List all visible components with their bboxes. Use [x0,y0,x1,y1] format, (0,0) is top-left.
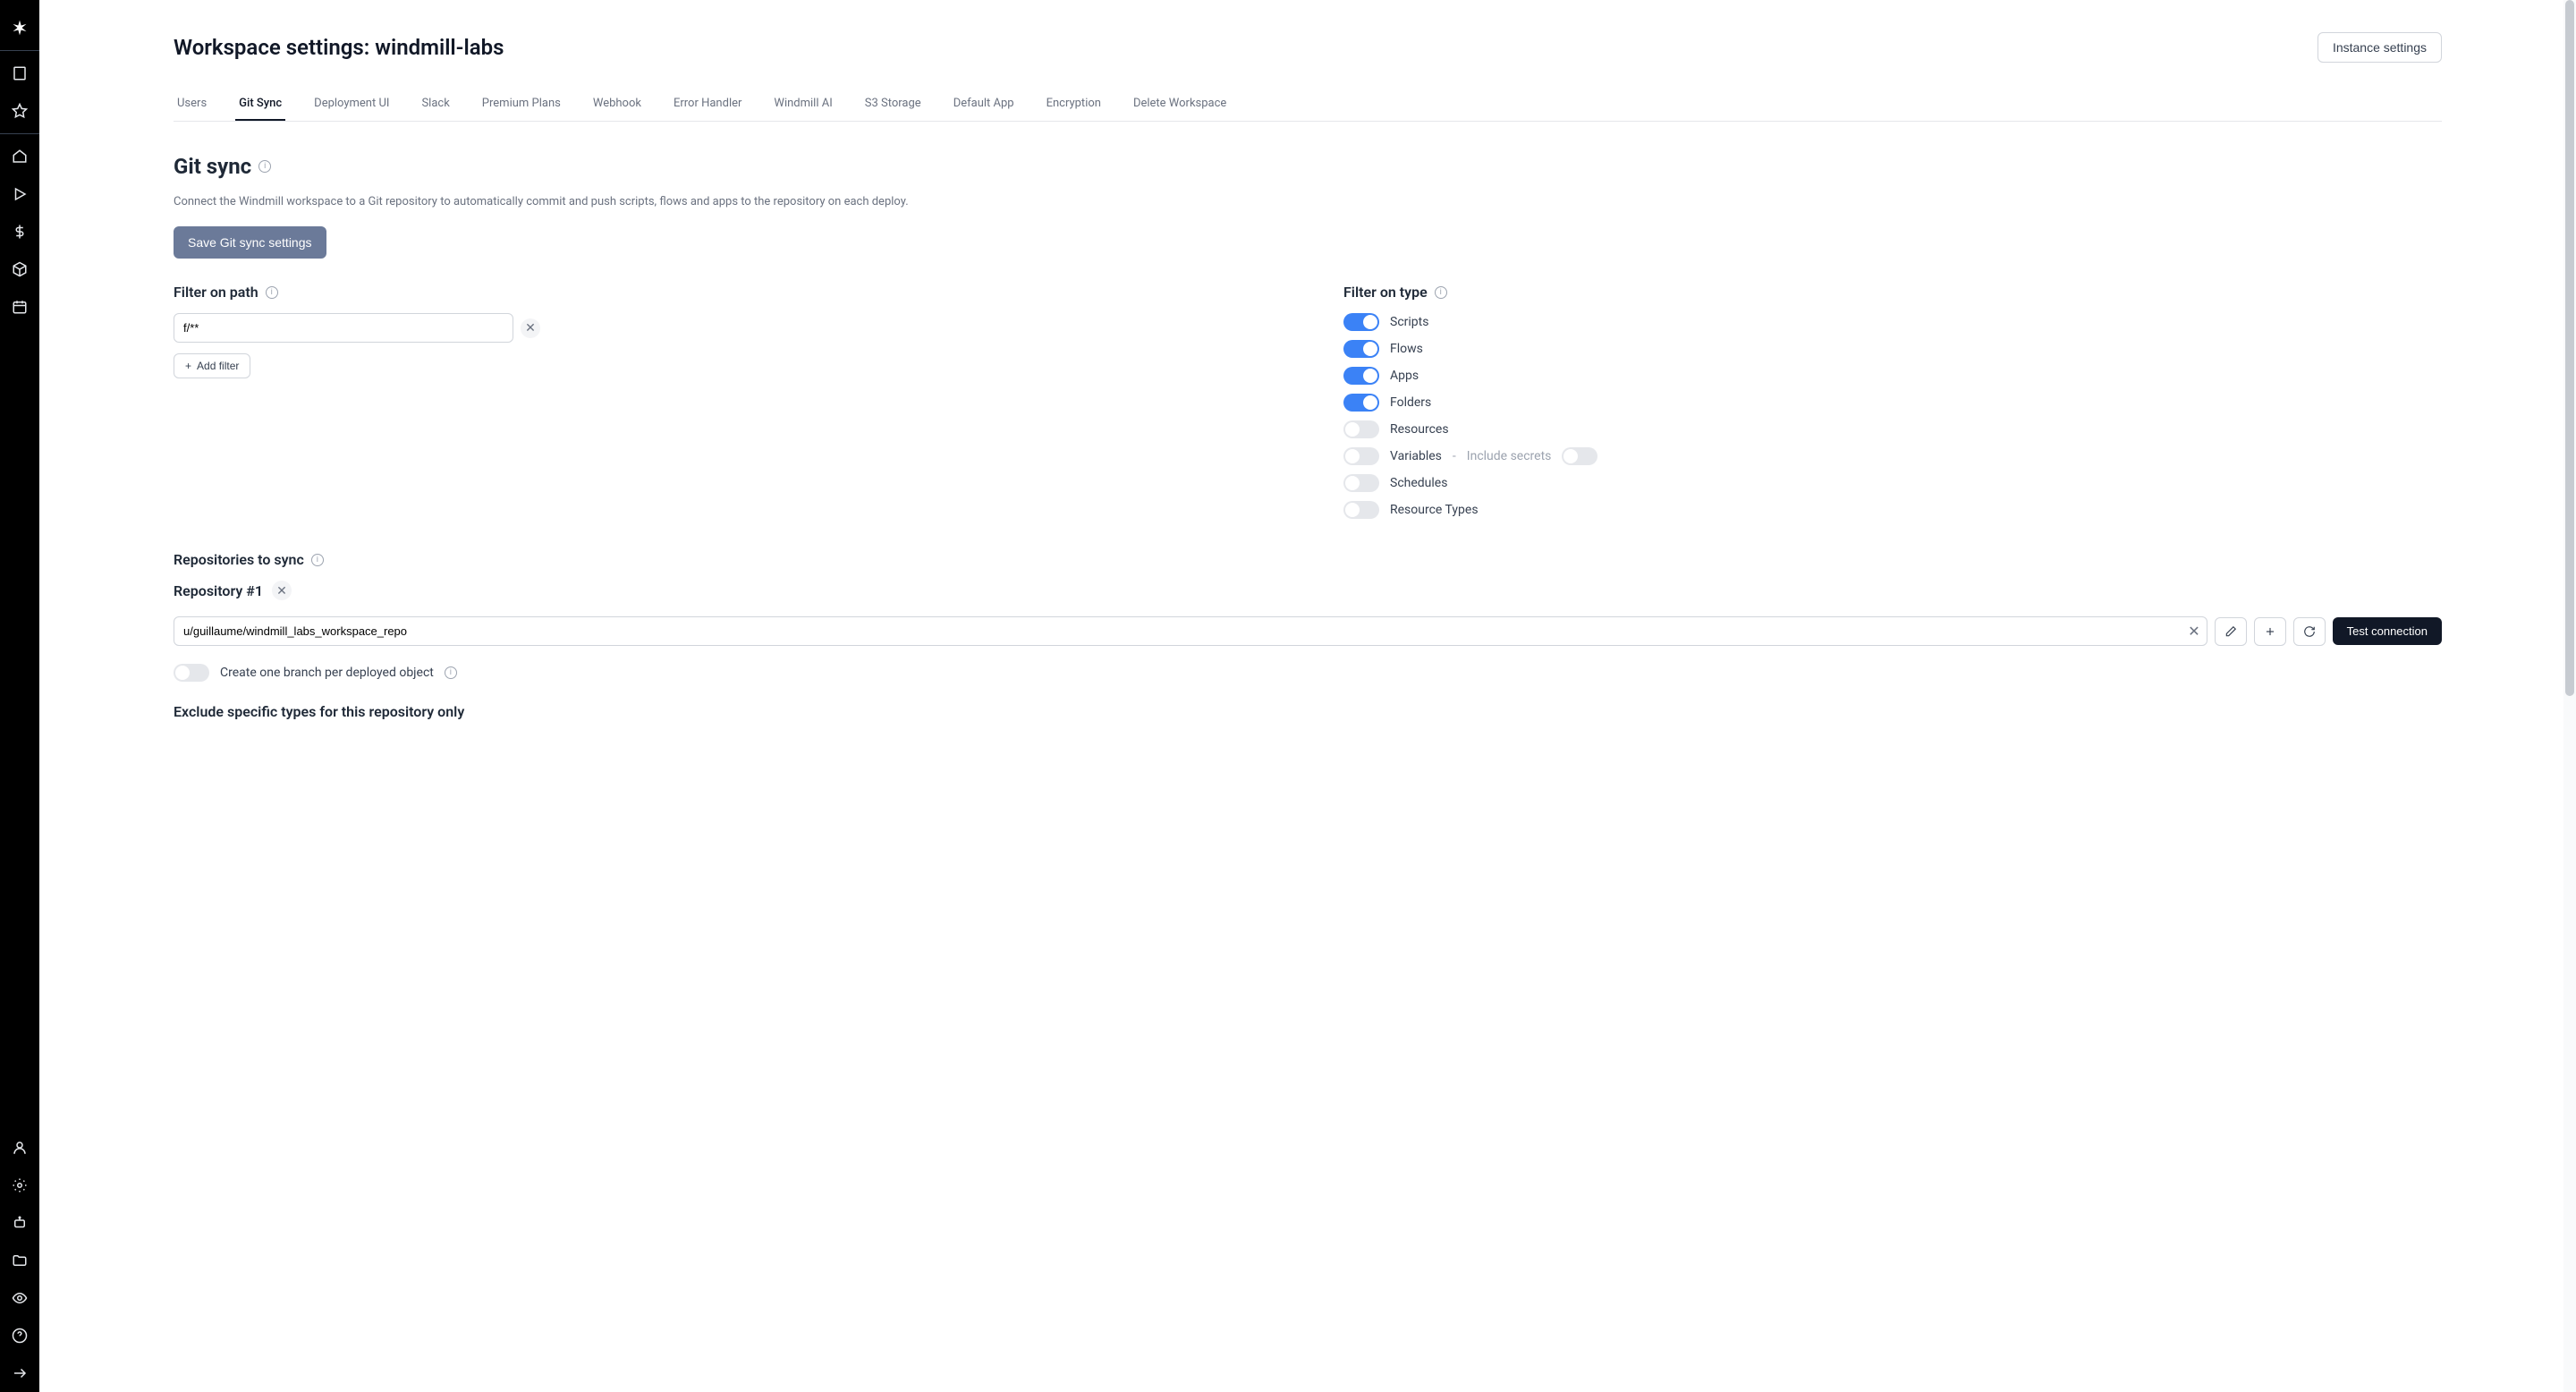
toggle-variables-label: Variables [1390,449,1442,463]
info-icon[interactable]: i [311,554,324,566]
cube-icon[interactable] [0,250,39,288]
git-sync-title: Git sync [174,154,251,179]
toggle-include-secrets[interactable] [1562,447,1597,465]
info-icon[interactable]: i [266,286,278,299]
tab-error-handler[interactable]: Error Handler [670,88,745,121]
repo-label: Repository #1 [174,582,263,599]
tab-slack[interactable]: Slack [418,88,453,121]
exclude-title: Exclude specific types for this reposito… [174,703,2442,720]
tabs: Users Git Sync Deployment UI Slack Premi… [174,88,2442,122]
repos-title: Repositories to sync [174,551,304,568]
info-icon[interactable]: i [445,666,457,679]
toggle-schedules[interactable] [1343,474,1379,492]
tab-premium-plans[interactable]: Premium Plans [479,88,564,121]
git-sync-description: Connect the Windmill workspace to a Git … [174,195,2442,208]
calendar-icon[interactable] [0,288,39,326]
home-icon[interactable] [0,138,39,175]
building-icon[interactable] [0,55,39,92]
info-icon[interactable]: i [1435,286,1447,299]
instance-settings-button[interactable]: Instance settings [2318,32,2442,63]
info-icon[interactable]: i [258,160,271,173]
toggle-folders-label: Folders [1390,395,1431,410]
main-content: Workspace settings: windmill-labs Instan… [39,0,2576,1392]
toggle-schedules-label: Schedules [1390,476,1447,490]
toggle-scripts-label: Scripts [1390,315,1428,329]
test-connection-button[interactable]: Test connection [2333,617,2442,645]
toggle-variables[interactable] [1343,447,1379,465]
dollar-icon[interactable] [0,213,39,250]
branch-label: Create one branch per deployed object [220,666,434,680]
windmill-logo-icon[interactable] [0,9,39,47]
remove-repo-button[interactable]: ✕ [272,581,292,600]
tab-encryption[interactable]: Encryption [1043,88,1105,121]
divider [0,133,39,134]
toggle-folders[interactable] [1343,394,1379,412]
eye-icon[interactable] [0,1279,39,1317]
clear-repo-input-button[interactable]: ✕ [2188,623,2199,641]
tab-webhook[interactable]: Webhook [589,88,645,121]
play-icon[interactable] [0,175,39,213]
bot-icon[interactable] [0,1204,39,1242]
add-repo-button[interactable] [2254,617,2286,646]
save-git-sync-button[interactable]: Save Git sync settings [174,226,326,259]
toggle-apps-label: Apps [1390,369,1419,383]
toggle-scripts[interactable] [1343,313,1379,331]
scrollbar-thumb[interactable] [2565,0,2574,696]
tab-git-sync[interactable]: Git Sync [235,88,285,121]
scrollbar[interactable] [2563,0,2576,1392]
tab-deployment-ui[interactable]: Deployment UI [310,88,393,121]
collapse-icon[interactable] [0,1354,39,1392]
tab-delete-workspace[interactable]: Delete Workspace [1130,88,1230,121]
toggle-apps[interactable] [1343,367,1379,385]
tab-s3-storage[interactable]: S3 Storage [861,88,925,121]
plus-icon [2264,625,2276,638]
divider [0,50,39,51]
add-filter-label: Add filter [197,360,239,372]
toggle-flows[interactable] [1343,340,1379,358]
pencil-icon [2224,625,2237,638]
toggle-resources[interactable] [1343,420,1379,438]
toggle-branch-per-object[interactable] [174,664,209,682]
separator: - [1453,449,1456,463]
refresh-repo-button[interactable] [2293,617,2326,646]
user-icon[interactable] [0,1129,39,1167]
refresh-icon [2303,625,2316,638]
remove-filter-button[interactable]: ✕ [521,318,540,338]
toggle-resources-label: Resources [1390,422,1449,437]
filter-type-title: Filter on type [1343,284,1428,301]
tab-windmill-ai[interactable]: Windmill AI [770,88,835,121]
toggle-flows-label: Flows [1390,342,1423,356]
edit-repo-button[interactable] [2215,617,2247,646]
repo-path-input[interactable] [174,616,2207,646]
plus-icon: + [185,360,191,372]
folder-icon[interactable] [0,1242,39,1279]
tab-default-app[interactable]: Default App [950,88,1018,121]
gear-icon[interactable] [0,1167,39,1204]
filter-path-input[interactable] [174,313,513,343]
sidebar [0,0,39,1392]
toggle-resource-types[interactable] [1343,501,1379,519]
page-title: Workspace settings: windmill-labs [174,35,504,60]
filter-path-title: Filter on path [174,284,258,301]
tab-users[interactable]: Users [174,88,210,121]
include-secrets-label: Include secrets [1467,449,1552,463]
help-icon[interactable] [0,1317,39,1354]
add-filter-button[interactable]: + Add filter [174,353,250,378]
toggle-resource-types-label: Resource Types [1390,503,1479,517]
star-icon[interactable] [0,92,39,130]
